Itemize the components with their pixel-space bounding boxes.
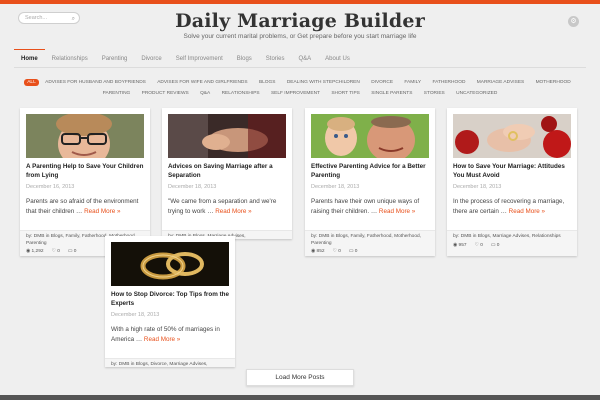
- post-categories[interactable]: by: DMB in Blogs, Family, Fatherhood, Mo…: [311, 234, 429, 247]
- post-excerpt: In the process of recovering a marriage,…: [453, 197, 573, 216]
- post-excerpt-text: Parents are so afraid of the environment…: [26, 198, 139, 215]
- post-title[interactable]: Advices on Saving Marriage after a Separ…: [168, 162, 288, 180]
- post-thumbnail-boy-glasses[interactable]: [26, 114, 144, 158]
- comments-count[interactable]: ▭ 0: [68, 249, 77, 256]
- nav-item-about-us[interactable]: About Us: [318, 50, 357, 68]
- nav-item-home[interactable]: Home: [14, 49, 45, 68]
- post-card[interactable]: How to Save Your Marriage: Attitudes You…: [447, 108, 577, 256]
- category-filter-item[interactable]: MOTHERHOOD: [531, 77, 576, 88]
- post-stats: ◉ 957 ♡ 0 ▭ 0: [453, 243, 571, 250]
- category-filter-item[interactable]: PRODUCT REVIEWS: [137, 88, 194, 99]
- category-filter-item[interactable]: SINGLE PARENTS: [366, 88, 417, 99]
- read-more-link[interactable]: Read More »: [509, 208, 545, 215]
- category-filter-item[interactable]: MARRIAGE ADVISES: [472, 77, 529, 88]
- post-meta-footer: by: DMB in Blogs, Marriage Advises, Rela…: [447, 230, 577, 256]
- post-title[interactable]: Effective Parenting Advice for a Better …: [311, 162, 431, 180]
- read-more-link[interactable]: Read More »: [144, 336, 180, 343]
- category-filter-item[interactable]: STORIES: [419, 88, 450, 99]
- post-date: December 16, 2013: [26, 184, 75, 190]
- site-title[interactable]: Daily Marriage Builder: [0, 10, 600, 32]
- views-count: ◉ 1,292: [26, 249, 44, 254]
- read-more-link[interactable]: Read More »: [84, 208, 120, 215]
- post-card[interactable]: Effective Parenting Advice for a Better …: [305, 108, 435, 256]
- post-card[interactable]: How to Stop Divorce: Top Tips from the E…: [105, 236, 235, 367]
- views-count: ◉ 957: [453, 242, 467, 248]
- post-title[interactable]: A Parenting Help to Save Your Children f…: [26, 162, 146, 180]
- main-nav: Home Relationships Parenting Divorce Sel…: [14, 49, 586, 68]
- post-meta-footer: by: DMB in Blogs, Family, Fatherhood, Mo…: [305, 230, 435, 256]
- post-excerpt: With a high rate of 50% of marriages in …: [111, 325, 231, 344]
- post-thumbnail-gold-rings[interactable]: [111, 242, 229, 286]
- nav-item-stories[interactable]: Stories: [259, 50, 292, 68]
- category-filter-item[interactable]: RELATIONSHIPS: [217, 88, 265, 99]
- post-thumbnail-father-baby[interactable]: [311, 114, 429, 158]
- post-card[interactable]: Advices on Saving Marriage after a Separ…: [162, 108, 292, 239]
- category-filter-item[interactable]: UNCATEGORIZED: [451, 88, 502, 99]
- post-thumbnail-rings-roses[interactable]: [453, 114, 571, 158]
- nav-item-qa[interactable]: Q&A: [291, 50, 318, 68]
- load-more-button[interactable]: Load More Posts: [246, 369, 354, 386]
- category-filter-item[interactable]: DEALING WITH STEPCHILDREN: [282, 77, 365, 88]
- post-thumbnail-couple-hands[interactable]: [168, 114, 286, 158]
- category-filter-item[interactable]: FAMILY: [399, 77, 426, 88]
- category-filter-item[interactable]: ADVISES FOR WIFE AND GIRLFRIENDS: [152, 77, 252, 88]
- likes-count[interactable]: ♡ 0: [333, 249, 341, 256]
- post-date: December 18, 2013: [311, 184, 360, 190]
- category-filter-item[interactable]: BLOGS: [254, 77, 281, 88]
- read-more-link[interactable]: Read More »: [215, 208, 251, 215]
- site-header: Search... ⌕ Daily Marriage Builder Solve…: [0, 4, 600, 48]
- category-filter-item[interactable]: SHORT TIPS: [326, 88, 365, 99]
- bottom-bar: [0, 395, 600, 400]
- post-date: December 18, 2013: [453, 184, 502, 190]
- category-filter-item[interactable]: ADVISES FOR HUSBAND AND BOYFRIENDS: [40, 77, 151, 88]
- settings-gear-icon[interactable]: ⚙: [568, 16, 579, 27]
- site-tagline: Solve your current marital problems, or …: [183, 33, 417, 40]
- post-categories[interactable]: by: DMB in Blogs, Divorce, Marriage Advi…: [111, 362, 229, 369]
- post-date: December 18, 2013: [111, 312, 160, 318]
- category-filter-item[interactable]: FATHERHOOD: [427, 77, 470, 88]
- post-excerpt: Parents have their own unique ways of ra…: [311, 197, 431, 216]
- post-excerpt: Parents are so afraid of the environment…: [26, 197, 146, 216]
- views-count: ◉ 852: [311, 249, 325, 254]
- nav-item-self-improvement[interactable]: Self Improvement: [169, 50, 230, 68]
- post-title[interactable]: How to Save Your Marriage: Attitudes You…: [453, 162, 573, 180]
- comments-count[interactable]: ▭ 0: [491, 243, 500, 250]
- category-filter-item[interactable]: Q&A: [195, 88, 215, 99]
- post-card[interactable]: A Parenting Help to Save Your Children f…: [20, 108, 150, 256]
- likes-count[interactable]: ♡ 0: [475, 243, 483, 250]
- post-meta-footer: by: DMB in Blogs, Divorce, Marriage Advi…: [105, 358, 235, 367]
- nav-item-blogs[interactable]: Blogs: [230, 50, 259, 68]
- category-filter-item[interactable]: PARENTING: [98, 88, 136, 99]
- comments-count[interactable]: ▭ 0: [349, 249, 358, 256]
- category-filter-all[interactable]: ALL: [24, 79, 39, 86]
- post-title[interactable]: How to Stop Divorce: Top Tips from the E…: [111, 290, 231, 308]
- category-filter-item[interactable]: SELF IMPROVEMENT: [266, 88, 325, 99]
- post-categories[interactable]: by: DMB in Blogs, Marriage Advises, Rela…: [453, 234, 571, 241]
- nav-item-divorce[interactable]: Divorce: [134, 50, 168, 68]
- post-excerpt: "We came from a separation and we're try…: [168, 197, 288, 216]
- likes-count[interactable]: ♡ 0: [52, 249, 60, 256]
- post-stats: ◉ 852 ♡ 0 ▭ 0: [311, 249, 429, 256]
- category-filter-item[interactable]: DIVORCE: [366, 77, 398, 88]
- post-date: December 18, 2013: [168, 184, 217, 190]
- nav-item-relationships[interactable]: Relationships: [45, 50, 95, 68]
- read-more-link[interactable]: Read More »: [379, 208, 415, 215]
- category-filter: ALL ADVISES FOR HUSBAND AND BOYFRIENDS A…: [14, 77, 586, 99]
- nav-item-parenting[interactable]: Parenting: [95, 50, 135, 68]
